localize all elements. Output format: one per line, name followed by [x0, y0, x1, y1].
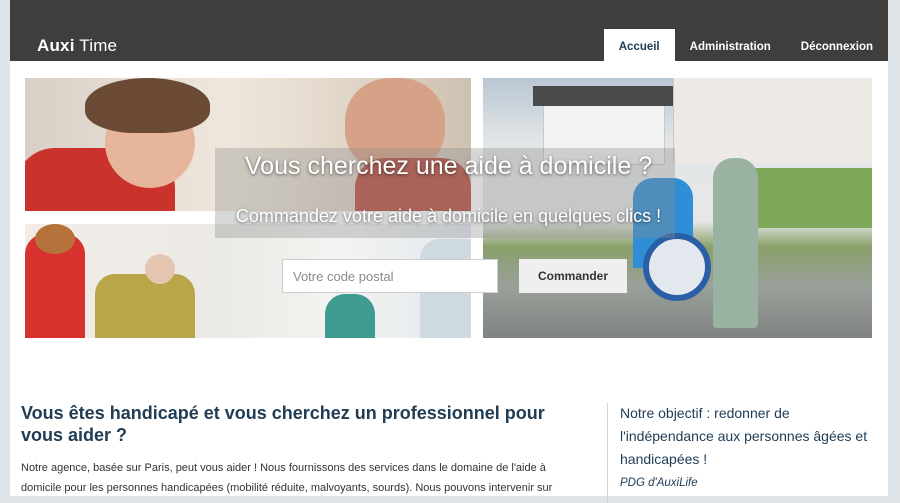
quote-signature: PDG d'AuxiLife	[620, 477, 698, 489]
main-heading: Vous êtes handicapé et vous cherchez un …	[21, 403, 545, 445]
page: Auxi Time Accueil Administration Déconne…	[10, 0, 888, 503]
nav-item-accueil[interactable]: Accueil	[603, 29, 675, 61]
navbar: Auxi Time Accueil Administration Déconne…	[10, 0, 888, 61]
woman-shape	[713, 158, 758, 328]
aside-quote: Notre objectif : redonner de l'indépenda…	[620, 402, 870, 489]
main-content: Vous êtes handicapé et vous cherchez un …	[21, 402, 581, 498]
building-shape	[673, 78, 872, 163]
elderly-shape	[95, 274, 195, 338]
postal-code-input[interactable]	[282, 259, 498, 293]
nav-menu: Accueil Administration Déconnexion	[603, 29, 888, 61]
brand-logo[interactable]: Auxi Time	[37, 36, 117, 56]
nav-item-deconnexion[interactable]: Déconnexion	[786, 29, 888, 61]
quote-text: Notre objectif : redonner de l'indépenda…	[620, 405, 868, 467]
order-button[interactable]: Commander	[519, 259, 627, 293]
column-divider	[607, 403, 608, 503]
roof-shape	[533, 86, 673, 106]
hair-shape	[85, 78, 210, 133]
child-shape	[325, 294, 375, 338]
wheelchair-wheel-shape	[643, 233, 711, 301]
elderly-face-shape	[145, 254, 175, 284]
hero-subtitle: Commandez votre aide à domicile en quelq…	[235, 206, 662, 226]
nav-item-administration[interactable]: Administration	[675, 29, 786, 61]
hero-banner: Vous cherchez une aide à domicile ? Comm…	[25, 78, 872, 338]
hero-title: Vous cherchez une aide à domicile ?	[244, 152, 653, 180]
main-paragraph: Notre agence, basée sur Paris, peut vous…	[21, 462, 553, 494]
brand-bold: Auxi	[37, 36, 75, 55]
nurse-hair-shape	[35, 224, 75, 254]
brand-light: Time	[79, 36, 118, 55]
